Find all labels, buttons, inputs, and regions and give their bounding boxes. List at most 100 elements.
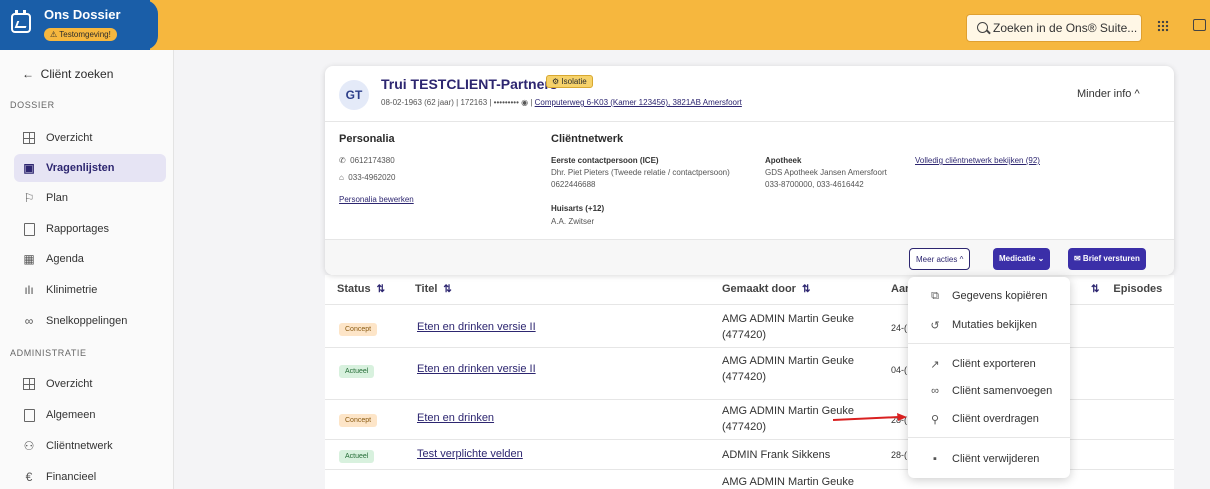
column-header-status[interactable]: Status ⇅ bbox=[337, 283, 385, 295]
sidebar-item-vragenlijsten[interactable]: ▣ Vragenlijsten bbox=[14, 154, 166, 182]
id-card-icon bbox=[22, 408, 36, 422]
less-info-toggle[interactable]: Minder info ^ bbox=[1077, 88, 1140, 100]
menu-item-export-client[interactable]: ↗ Cliënt exporteren bbox=[908, 352, 1070, 376]
menu-divider bbox=[908, 343, 1070, 344]
sidebar-item-agenda[interactable]: ▦ Agenda bbox=[22, 245, 84, 273]
row-date: 28-( bbox=[891, 450, 908, 460]
annotation-arrow-icon bbox=[833, 413, 907, 421]
row-title-link[interactable]: Eten en drinken bbox=[417, 412, 494, 424]
eye-icon[interactable]: ◉ bbox=[521, 98, 528, 107]
phone-row: ✆ 0612174380 bbox=[339, 155, 395, 166]
column-header-title[interactable]: Titel ⇅ bbox=[415, 283, 452, 295]
plan-icon: ⚐ bbox=[23, 191, 35, 205]
menu-item-view-mutations[interactable]: ↺ Mutaties bekijken bbox=[908, 313, 1070, 337]
sidebar-item-klinimetrie[interactable]: ılı Klinimetrie bbox=[22, 276, 97, 304]
sidebar-item-label: Vragenlijsten bbox=[46, 162, 115, 174]
sidebar-item-label: Plan bbox=[46, 192, 69, 204]
pharmacy-label: Apotheek bbox=[765, 156, 802, 165]
sidebar-item-clientnetwerk[interactable]: ⚇ Cliëntnetwerk bbox=[22, 432, 113, 460]
client-card: GT Trui TESTCLIENT-Partners ⚙ Isolatie 0… bbox=[325, 66, 1174, 275]
home-phone-row: ⌂ 033-4962020 bbox=[339, 172, 395, 183]
send-letter-button[interactable]: ✉ Brief versturen bbox=[1068, 248, 1146, 270]
ice-name: Dhr. Piet Pieters (Tweede relatie / cont… bbox=[551, 168, 730, 177]
chart-icon: ılı bbox=[24, 283, 34, 297]
column-header-episodes[interactable]: ⇅ Episodes bbox=[1085, 283, 1162, 295]
row-creator: ADMIN Frank Sikkens bbox=[722, 449, 831, 461]
ice-phone: 0622446688 bbox=[551, 180, 596, 189]
sidebar-item-label: Klinimetrie bbox=[46, 284, 98, 296]
menu-item-label: Cliënt verwijderen bbox=[952, 453, 1040, 465]
sidebar-item-plan[interactable]: ⚐ Plan bbox=[22, 184, 68, 212]
back-to-client-search[interactable]: ← Cliënt zoeken bbox=[22, 67, 113, 81]
status-badge: Actueel bbox=[339, 365, 375, 378]
full-network-link[interactable]: Volledig cliëntnetwerk bekijken (92) bbox=[915, 156, 1040, 165]
menu-item-label: Mutaties bekijken bbox=[952, 319, 1037, 331]
client-name[interactable]: Trui TESTCLIENT-Partners bbox=[381, 76, 558, 92]
menu-item-copy-data[interactable]: ⧉ Gegevens kopiëren bbox=[908, 284, 1070, 308]
calendar-icon: ▦ bbox=[23, 252, 35, 266]
sidebar-item-rapportages[interactable]: Rapportages bbox=[22, 215, 109, 243]
creator-id: (477420) bbox=[722, 371, 767, 383]
menu-item-label: Cliënt exporteren bbox=[952, 358, 1036, 370]
menu-item-label: Cliënt samenvoegen bbox=[952, 385, 1053, 397]
creator-id: (477420) bbox=[722, 329, 767, 341]
avatar: GT bbox=[339, 80, 369, 110]
column-header-created-by[interactable]: Gemaakt door ⇅ bbox=[722, 283, 810, 295]
column-header-label: Gemaakt door bbox=[722, 283, 796, 295]
client-address-link[interactable]: Computerweg 6-K03 (Kamer 123456), 3821AB… bbox=[535, 98, 742, 107]
sidebar-item-overzicht[interactable]: Overzicht bbox=[22, 124, 92, 152]
arrow-left-icon: ← bbox=[22, 67, 34, 81]
grid-icon bbox=[22, 131, 36, 145]
column-header-label: Titel bbox=[415, 283, 438, 295]
pharmacy-name: GDS Apotheek Jansen Amersfoort bbox=[765, 168, 887, 177]
sidebar-item-admin-overzicht[interactable]: Overzicht bbox=[22, 370, 92, 398]
dossier-calendar-icon bbox=[11, 10, 31, 33]
gp-name: A.A. Zwitser bbox=[551, 217, 595, 226]
client-meta: 08-02-1963 (62 jaar) | 172163 | ••••••••… bbox=[381, 98, 742, 107]
menu-item-merge-client[interactable]: ∞ Cliënt samenvoegen bbox=[908, 379, 1070, 403]
sidebar-item-snelkoppelingen[interactable]: ∞ Snelkoppelingen bbox=[22, 307, 128, 335]
apps-grid-icon[interactable] bbox=[1157, 20, 1169, 32]
home-icon: ⌂ bbox=[339, 173, 344, 182]
sidebar-item-label: Cliëntnetwerk bbox=[46, 440, 113, 452]
row-title-link[interactable]: Test verplichte velden bbox=[417, 448, 523, 460]
column-header-label: Episodes bbox=[1113, 283, 1163, 295]
grid-icon bbox=[22, 377, 36, 391]
menu-item-delete-client[interactable]: ▪ Cliënt verwijderen bbox=[908, 447, 1070, 471]
search-icon bbox=[977, 22, 988, 33]
more-actions-button[interactable]: Meer acties ^ bbox=[909, 248, 971, 270]
sidebar-item-algemeen[interactable]: Algemeen bbox=[22, 401, 96, 429]
row-creator: AMG ADMIN Martin Geuke (477420) bbox=[722, 311, 854, 343]
environment-badge: ⚠ Testomgeving! bbox=[44, 28, 117, 41]
sidebar-item-label: Rapportages bbox=[46, 223, 109, 235]
sidebar-item-financieel[interactable]: € Financieel bbox=[22, 463, 96, 489]
global-search-input[interactable]: Zoeken in de Ons® Suite... bbox=[966, 14, 1142, 42]
row-date: 24-( bbox=[891, 323, 908, 333]
status-badge: Actueel bbox=[339, 450, 375, 463]
sidebar-item-label: Overzicht bbox=[46, 378, 93, 390]
creator-id: (477420) bbox=[722, 421, 767, 433]
section-header-dossier: DOSSIER bbox=[10, 100, 55, 110]
phone-number: 0612174380 bbox=[350, 156, 395, 165]
medication-button[interactable]: Medicatie ⌄ bbox=[993, 248, 1051, 270]
export-icon: ↗ bbox=[930, 358, 940, 371]
gp-label: Huisarts (+12) bbox=[551, 204, 605, 213]
network-title: Cliëntnetwerk bbox=[551, 133, 624, 145]
chat-icon[interactable] bbox=[1193, 19, 1206, 31]
row-date: 04-( bbox=[891, 365, 908, 375]
creator-name: AMG ADMIN Martin Geuke bbox=[722, 313, 855, 325]
creator-name: AMG ADMIN Martin Geuke bbox=[722, 355, 855, 367]
brand-block[interactable]: Ons Dossier ⚠ Testomgeving! bbox=[0, 0, 150, 50]
more-actions-menu: ⧉ Gegevens kopiëren ↺ Mutaties bekijken ↗ C… bbox=[908, 277, 1070, 478]
network-icon: ⚇ bbox=[23, 439, 35, 453]
sidebar-item-label: Overzicht bbox=[46, 132, 93, 144]
client-meta-text: 08-02-1963 (62 jaar) | 172163 | ••••••••… bbox=[381, 98, 519, 107]
row-title-link[interactable]: Eten en drinken versie II bbox=[417, 321, 536, 333]
edit-personalia-link[interactable]: Personalia bewerken bbox=[339, 195, 414, 204]
column-header-date[interactable]: Aar bbox=[891, 283, 909, 295]
sidebar-item-label: Financieel bbox=[46, 471, 97, 483]
sidebar-item-label: Agenda bbox=[46, 253, 84, 265]
menu-item-transfer-client[interactable]: ⚲ Cliënt overdragen bbox=[908, 407, 1070, 431]
row-title-link[interactable]: Eten en drinken versie II bbox=[417, 363, 536, 375]
top-bar: Ons Dossier ⚠ Testomgeving! Zoeken in de… bbox=[0, 0, 1210, 50]
